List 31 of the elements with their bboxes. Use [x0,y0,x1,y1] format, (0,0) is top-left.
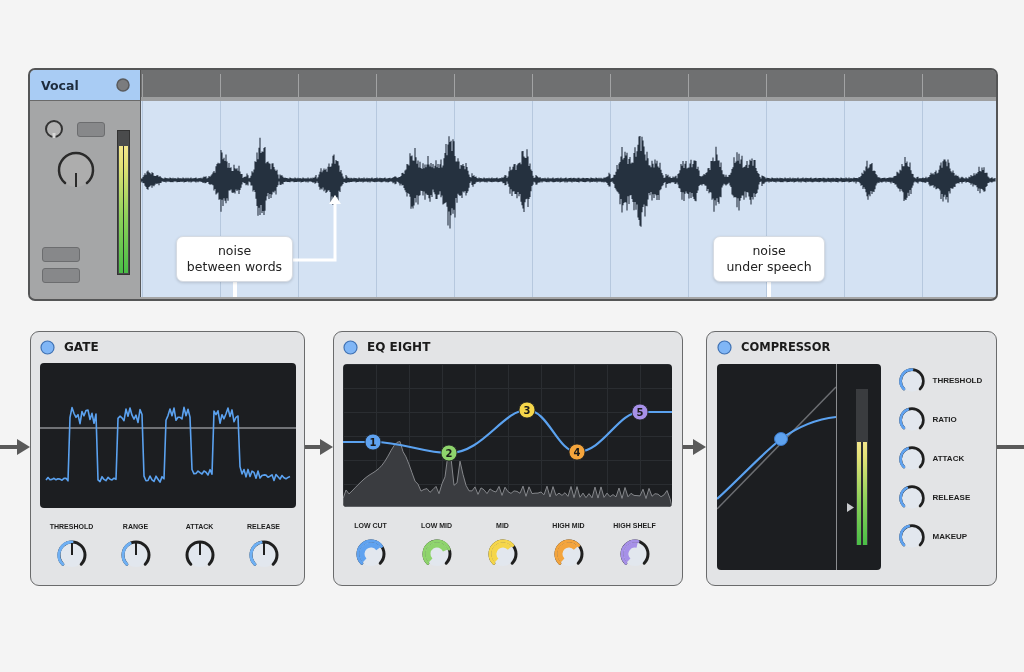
round-button-icon[interactable] [116,78,130,92]
arrow-icon [0,437,30,457]
device-title: GATE [64,340,99,354]
arrow-icon [683,437,706,457]
eq-band-node[interactable]: 4 [568,443,585,460]
callout-stem [233,281,237,297]
callout-label: noise between words [176,236,293,282]
large-knob[interactable] [56,150,96,190]
leader-arrow [293,195,341,262]
connector-line [997,445,1024,449]
triangle-icon [846,503,854,512]
device-title: COMPRESSOR [741,340,831,354]
eq-band-node[interactable]: 2 [440,444,457,461]
power-led[interactable] [40,339,55,355]
knee-point-icon[interactable] [773,432,788,446]
power-led[interactable] [343,339,358,355]
power-led[interactable] [717,339,732,355]
track-name: Vocal [41,77,79,93]
knob-label: RELEASE [932,493,971,503]
knob-label: RATIO [932,415,957,425]
eq-band-node[interactable]: 5 [631,403,648,420]
small-knob[interactable] [44,119,64,139]
arrow-icon [305,437,333,457]
knob-label: MAKEUP [932,532,968,542]
eq-band-node[interactable]: 3 [518,401,535,418]
eq-band-node[interactable]: 1 [364,433,381,450]
device-title: EQ EIGHT [367,340,431,354]
callout-label: noise under speech [713,236,825,282]
knob-label: THRESHOLD [932,376,983,386]
callout-stem [767,281,771,297]
knob-label: ATTACK [932,454,965,464]
